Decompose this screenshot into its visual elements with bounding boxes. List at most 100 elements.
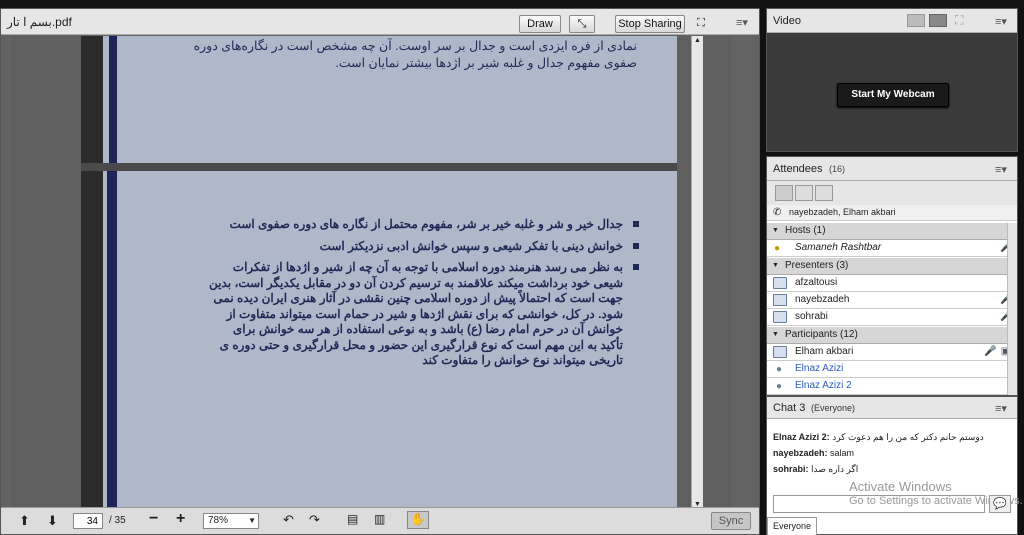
document-viewport: نمادی از فره ایزدی است و جدال بر سر اوست… (11, 36, 731, 509)
bullet-3: به نظر می رسد هنرمند دوره اسلامی با توجه… (209, 260, 639, 369)
doc-toolbar: ⬆ ⬇ / 35 − + 78% ▼ ↶ ↷ ▤ ▥ ✋ Sync (1, 507, 759, 534)
attendee-row[interactable]: Elham akbari 🎤 ▣ (767, 344, 1017, 361)
hosts-group[interactable]: ▼ Hosts (1) (767, 223, 1017, 240)
single-view-icon[interactable] (929, 14, 947, 27)
chevron-down-icon: ▼ (248, 516, 256, 525)
next-page-icon[interactable]: ⬇ (47, 513, 58, 529)
sync-button[interactable]: Sync (711, 512, 751, 530)
bullet-square-icon (633, 264, 639, 270)
zoom-in-icon[interactable]: + (176, 510, 185, 528)
attendees-title: Attendees (773, 163, 823, 175)
chat-menu-icon[interactable]: ≡▾ (995, 402, 1007, 415)
zoom-select[interactable]: 78% ▼ (203, 513, 259, 529)
grid-view-icon[interactable] (907, 14, 925, 27)
attendee-row[interactable]: nayebzadeh 🎤 (767, 292, 1017, 309)
attendee-row[interactable]: ● Samaneh Rashtbar 🎤 (767, 240, 1017, 257)
presenters-group[interactable]: ▼ Presenters (3) (767, 258, 1017, 275)
attendee-row[interactable]: sohrabi 🎤 (767, 309, 1017, 326)
attendee-name: nayebzadeh (795, 294, 850, 305)
pointer-button[interactable]: ⤡ (569, 15, 595, 33)
attendee-name: Elham akbari (795, 346, 854, 357)
attendee-name: sohrabi (795, 311, 828, 322)
slide-current: جدال خیر و شر و غلبه خیر بر شر، مفهوم مح… (81, 171, 677, 509)
pointer-icon: ⤡ (577, 18, 587, 30)
list-view-icon[interactable] (775, 185, 793, 201)
bullet-2-text: خوانش دینی با تفکر شیعی و سپس خوانش ادبی… (319, 238, 623, 253)
chat-tab-everyone[interactable]: Everyone (767, 517, 817, 535)
presenter-icon (773, 294, 787, 306)
host-icon: ● (774, 243, 781, 254)
chat-message: Elnaz Azizi 2: دوستم حانم دکتر که من را … (773, 429, 1013, 445)
attendee-name: Elnaz Azizi 2 (795, 380, 852, 391)
chevron-down-icon: ▼ (772, 331, 779, 338)
attendees-menu-icon[interactable]: ≡▾ (995, 163, 1007, 176)
send-icon[interactable]: 💬 (989, 495, 1011, 513)
zoom-value: 78% (208, 515, 229, 526)
share-menu-icon[interactable]: ≡▾ (736, 16, 748, 29)
attendee-row[interactable]: ● Elnaz Azizi (767, 361, 1017, 378)
slide-stripe (109, 36, 117, 163)
page-gap (81, 163, 677, 171)
chat-header: Chat 3 (Everyone) ≡▾ (767, 397, 1017, 419)
zoom-out-icon[interactable]: − (149, 510, 158, 528)
chat-input[interactable] (773, 495, 985, 513)
participant-icon: ● (776, 364, 783, 375)
slide-previous: نمادی از فره ایزدی است و جدال بر سر اوست… (81, 36, 677, 163)
slide-top-line-1: نمادی از فره ایزدی است و جدال بر سر اوست… (193, 39, 637, 53)
page-total: / 35 (109, 515, 126, 526)
presenter-icon (773, 311, 787, 323)
scroll-up-icon[interactable]: ▲ (694, 37, 701, 44)
hosts-label: Hosts (1) (785, 225, 826, 236)
attendee-row[interactable]: ● Elnaz Azizi 2 (767, 378, 1017, 395)
speaking-bar: ✆ nayebzadeh, Elham akbari (767, 205, 1017, 221)
prev-page-icon[interactable]: ⬆ (19, 513, 30, 529)
breakout-icon[interactable] (795, 185, 813, 201)
page-number-input[interactable] (73, 513, 103, 529)
bullet-square-icon (633, 221, 639, 227)
attendee-name: afzaltousi (795, 277, 838, 288)
slide-top-line-2: صفوی مفهوم جدال و غلبه شیر بر اژدها بیشت… (335, 56, 637, 70)
slide-stripe-2 (107, 171, 117, 509)
video-title: Video (773, 15, 801, 27)
chat-messages: Elnaz Azizi 2: دوستم حانم دکتر که من را … (773, 429, 1013, 477)
video-pod: Video ⛶ ≡▾ Start My Webcam (766, 8, 1018, 152)
fullscreen-icon[interactable]: ⛶ (955, 13, 963, 28)
attendees-scrollbar[interactable] (1007, 223, 1017, 395)
chat-pod: Chat 3 (Everyone) ≡▾ Elnaz Azizi 2: دوست… (766, 396, 1023, 535)
fit-page-icon[interactable]: ▥ (374, 512, 385, 526)
participant-icon (773, 346, 787, 358)
stop-sharing-button[interactable]: Stop Sharing (615, 15, 685, 33)
video-menu-icon[interactable]: ≡▾ (995, 15, 1007, 28)
attendee-row[interactable]: afzaltousi (767, 275, 1017, 292)
chat-text: اگر داره صدا (811, 464, 859, 474)
speaking-names: nayebzadeh, Elham akbari (789, 207, 896, 217)
video-header: Video ⛶ ≡▾ (767, 9, 1017, 33)
chat-scope: (Everyone) (811, 403, 856, 413)
rotate-right-icon[interactable]: ↷ (309, 512, 320, 528)
start-webcam-button[interactable]: Start My Webcam (837, 83, 949, 107)
rotate-left-icon[interactable]: ↶ (283, 512, 294, 528)
chat-sender: nayebzadeh: (773, 448, 828, 458)
chevron-down-icon: ▼ (772, 227, 779, 234)
bullet-list: جدال خیر و شر و غلبه خیر بر شر، مفهوم مح… (209, 217, 639, 369)
participants-label: Participants (12) (785, 329, 858, 340)
share-pod: بسم ا تار.pdf Draw ⤡ Stop Sharing ⛶ ≡▾ ن… (0, 8, 760, 535)
chat-title: Chat 3 (773, 402, 806, 414)
bullet-square-icon (633, 242, 639, 249)
bullet-2: خوانش دینی با تفکر شیعی و سپس خوانش ادبی… (209, 239, 639, 255)
attendees-count: (16) (829, 164, 846, 174)
attendees-pod: Attendees (16) ≡▾ ✆ nayebzadeh, Elham ak… (766, 156, 1018, 396)
participants-group[interactable]: ▼ Participants (12) (767, 327, 1017, 344)
bullet-1: جدال خیر و شر و غلبه خیر بر شر، مفهوم مح… (209, 217, 639, 233)
bullet-1-text: جدال خیر و شر و غلبه خیر بر شر، مفهوم مح… (229, 217, 623, 231)
presenter-icon (773, 277, 787, 289)
hand-tool-icon[interactable]: ✋ (407, 511, 429, 529)
fit-width-icon[interactable]: ▤ (347, 512, 358, 526)
doc-scrollbar[interactable]: ▲ ▼ (691, 36, 703, 509)
bullet-3-text: به نظر می رسد هنرمند دوره اسلامی با توجه… (209, 260, 623, 367)
draw-button[interactable]: Draw (519, 15, 561, 33)
fullscreen-button[interactable]: ⛶ (691, 15, 711, 33)
status-view-icon[interactable] (815, 185, 833, 201)
fullscreen-icon: ⛶ (697, 17, 705, 29)
phone-icon: ✆ (773, 207, 782, 218)
